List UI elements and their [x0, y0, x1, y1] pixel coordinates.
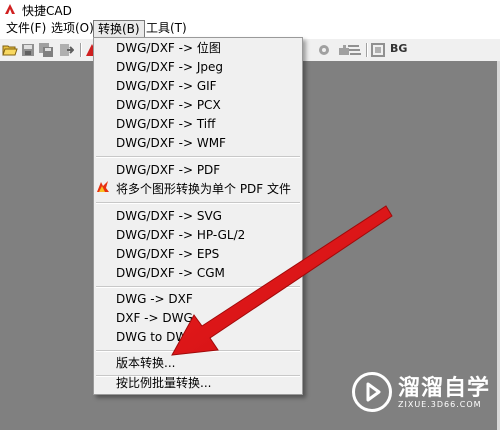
menu-item-dwg-to-pcx[interactable]: DWG/DXF -> PCX — [116, 95, 221, 115]
open-folder-icon[interactable] — [2, 42, 18, 58]
title-bar: 快捷CAD — [0, 0, 500, 19]
menu-item-dwg-to-gif[interactable]: DWG/DXF -> GIF — [116, 76, 217, 96]
menu-item-dwg-to-pdf[interactable]: DWG/DXF -> PDF — [116, 160, 220, 180]
menu-bar: 文件(F) 选项(O) 转换(B) 工具(T) — [0, 19, 500, 38]
gear-icon[interactable] — [316, 42, 332, 58]
watermark-logo: 溜溜自学 ZIXUE.3D66.COM — [352, 368, 498, 420]
window-title: 快捷CAD — [22, 4, 72, 18]
menu-item-dwg-to-tiff[interactable]: DWG/DXF -> Tiff — [116, 114, 215, 134]
menu-file[interactable]: 文件(F) — [2, 20, 50, 37]
menu-separator — [96, 286, 300, 288]
menu-separator — [96, 350, 300, 352]
menu-tools[interactable]: 工具(T) — [142, 20, 191, 37]
convert-dropdown-menu: DWG/DXF -> 位图 DWG/DXF -> Jpeg DWG/DXF ->… — [93, 37, 303, 395]
pdf-merge-icon — [97, 181, 109, 192]
menu-separator — [96, 156, 300, 158]
menu-item-version-convert[interactable]: 版本转换... — [116, 353, 175, 373]
toolbar-separator — [366, 43, 368, 57]
menu-convert[interactable]: 转换(B) — [93, 20, 145, 38]
layers-icon[interactable] — [346, 42, 362, 58]
menu-item-dwg-to-bitmap[interactable]: DWG/DXF -> 位图 — [116, 38, 221, 58]
menu-item-dwg-to-dwf[interactable]: DWG to DWF — [116, 327, 194, 347]
menu-item-dwg-to-jpeg[interactable]: DWG/DXF -> Jpeg — [116, 57, 223, 77]
menu-item-dwg-to-eps[interactable]: DWG/DXF -> EPS — [116, 244, 219, 264]
background-button[interactable]: BG — [390, 42, 407, 55]
save-all-icon[interactable] — [38, 42, 54, 58]
watermark-brand: 溜溜自学 — [398, 376, 491, 401]
play-logo-icon — [352, 372, 392, 412]
toolbar-separator — [80, 43, 82, 57]
menu-item-dwg-to-wmf[interactable]: DWG/DXF -> WMF — [116, 133, 226, 153]
export-icon[interactable] — [58, 42, 74, 58]
app-icon — [5, 4, 15, 14]
menu-item-multi-to-single-pdf[interactable]: 将多个图形转换为单个 PDF 文件 — [116, 179, 291, 199]
watermark-url: ZIXUE.3D66.COM — [398, 400, 482, 409]
menu-item-scale-batch-convert[interactable]: 按比例批量转换... — [116, 373, 211, 393]
menu-separator — [96, 202, 300, 204]
menu-item-dwg-to-cgm[interactable]: DWG/DXF -> CGM — [116, 263, 225, 283]
menu-item-dwg-to-hpgl2[interactable]: DWG/DXF -> HP-GL/2 — [116, 225, 245, 245]
menu-item-dwg-to-dxf[interactable]: DWG -> DXF — [116, 289, 193, 309]
frame-icon[interactable] — [370, 42, 386, 58]
menu-item-dwg-to-svg[interactable]: DWG/DXF -> SVG — [116, 206, 222, 226]
save-icon[interactable] — [20, 42, 36, 58]
menu-options[interactable]: 选项(O) — [47, 20, 98, 37]
menu-item-dxf-to-dwg[interactable]: DXF -> DWG — [116, 308, 193, 328]
